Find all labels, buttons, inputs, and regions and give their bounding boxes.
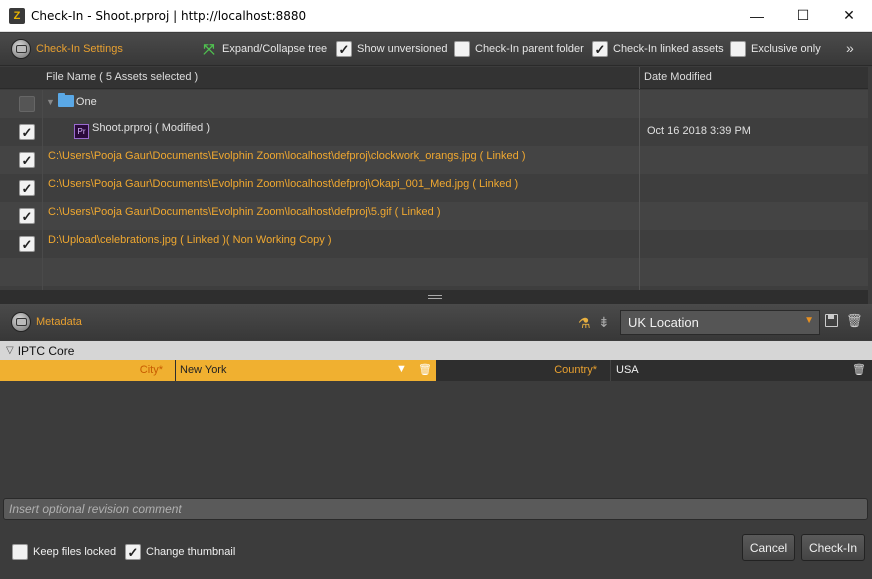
- city-dropdown-icon[interactable]: ▼: [396, 363, 407, 375]
- country-field-input[interactable]: USA: [610, 360, 872, 381]
- keep-files-locked-checkbox[interactable]: Keep files locked: [12, 544, 116, 560]
- table-row[interactable]: ✓ Pr Shoot.prproj ( Modified ) Oct 16 201…: [0, 118, 868, 146]
- checkin-settings-title: Check-In Settings: [36, 43, 123, 55]
- expand-arrows-icon: ⤧: [203, 40, 215, 57]
- row-checkbox[interactable]: [19, 96, 35, 112]
- title-bar: Z Check-In - Shoot.prproj | http://local…: [0, 0, 872, 32]
- folder-row-label: ▼ One: [46, 93, 97, 108]
- row-name: C:\Users\Pooja Gaur\Documents\Evolphin Z…: [48, 206, 441, 218]
- save-preset-icon[interactable]: [825, 314, 838, 327]
- asset-table-body: ▼ One ✓ Pr Shoot.prproj ( Modified ) Oct 1…: [0, 90, 868, 290]
- more-options-chevron-icon[interactable]: »: [846, 40, 854, 56]
- window-title: Check-In - Shoot.prproj | http://localho…: [31, 8, 307, 23]
- expand-collapse-label: Expand/Collapse tree: [222, 43, 328, 55]
- asset-table-header: File Name ( 5 Assets selected ) Date Mod…: [0, 67, 868, 89]
- country-clear-trash-icon[interactable]: 🗑: [852, 363, 866, 376]
- metadata-fields-area: [0, 381, 872, 493]
- metadata-preset-select[interactable]: UK Location ▼: [620, 310, 820, 335]
- change-thumbnail-label: Change thumbnail: [146, 546, 236, 558]
- row-checkbox[interactable]: ✓: [19, 152, 35, 168]
- row-name: Shoot.prproj ( Modified ): [92, 122, 210, 134]
- delete-preset-icon[interactable]: 🗑: [846, 313, 863, 329]
- row-checkbox[interactable]: ✓: [19, 124, 35, 140]
- maximize-button[interactable]: ☐: [780, 0, 826, 32]
- row-checkbox[interactable]: ✓: [19, 236, 35, 252]
- column-date-modified[interactable]: Date Modified: [644, 71, 712, 83]
- city-field-label: City*: [0, 360, 175, 381]
- collapse-fields-icon[interactable]: ⇟: [598, 314, 610, 331]
- expand-collapse-tree-button[interactable]: ⤧ Expand/Collapse tree: [201, 41, 327, 57]
- folder-icon: [57, 93, 74, 107]
- group-name: IPTC Core: [17, 343, 75, 358]
- table-row[interactable]: ✓ C:\Users\Pooja Gaur\Documents\Evolphin…: [0, 202, 868, 230]
- flask-icon[interactable]: ⚗: [578, 315, 592, 331]
- checkbox-unchecked-icon: [730, 41, 746, 57]
- table-row[interactable]: ✓ C:\Users\Pooja Gaur\Documents\Evolphin…: [0, 146, 868, 174]
- project-row-label: Pr Shoot.prproj ( Modified ): [74, 122, 210, 139]
- checkin-settings-bar: Check-In Settings ⤧ Expand/Collapse tree…: [0, 33, 872, 66]
- iptc-core-group-header[interactable]: ▽ IPTC Core: [0, 341, 872, 360]
- metadata-section-icon: [11, 312, 31, 332]
- exclusive-only-checkbox[interactable]: Exclusive only: [730, 41, 821, 57]
- column-file-name[interactable]: File Name ( 5 Assets selected ): [46, 71, 198, 83]
- preset-value: UK Location: [628, 315, 699, 330]
- change-thumbnail-checkbox[interactable]: ✓ Change thumbnail: [125, 544, 235, 560]
- table-row[interactable]: ✓ C:\Users\Pooja Gaur\Documents\Evolphin…: [0, 174, 868, 202]
- checkbox-checked-icon: ✓: [125, 544, 141, 560]
- row-checkbox[interactable]: ✓: [19, 180, 35, 196]
- minimize-button[interactable]: —: [734, 0, 780, 32]
- close-button[interactable]: ✕: [826, 0, 872, 32]
- splitter-grip-icon[interactable]: [428, 295, 442, 299]
- chevron-down-icon: ▼: [804, 315, 814, 326]
- table-row[interactable]: ✓ D:\Upload\celebrations.jpg ( Linked )(…: [0, 230, 868, 258]
- metadata-field-row: City* New York ▼ 🗑 Country* USA 🗑: [0, 360, 872, 381]
- checkin-parent-folder-label: Check-In parent folder: [475, 43, 584, 55]
- keep-files-locked-label: Keep files locked: [33, 546, 117, 558]
- table-row[interactable]: ▼ One: [0, 90, 868, 118]
- row-name: D:\Upload\celebrations.jpg ( Linked )( N…: [48, 234, 332, 246]
- checkin-linked-assets-checkbox[interactable]: ✓ Check-In linked assets: [592, 41, 724, 57]
- row-date: Oct 16 2018 3:39 PM: [647, 125, 751, 137]
- checkin-parent-folder-checkbox[interactable]: Check-In parent folder: [454, 41, 584, 57]
- checkbox-checked-icon: ✓: [592, 41, 608, 57]
- table-row-empty: [0, 258, 868, 286]
- settings-section-icon: [11, 39, 31, 59]
- revision-comment-input[interactable]: Insert optional revision comment: [3, 498, 868, 520]
- row-name: One: [75, 96, 97, 108]
- collapse-triangle-icon[interactable]: ▽: [6, 345, 14, 356]
- exclusive-only-label: Exclusive only: [751, 43, 821, 55]
- row-name: C:\Users\Pooja Gaur\Documents\Evolphin Z…: [48, 178, 519, 190]
- checkbox-unchecked-icon: [454, 41, 470, 57]
- cancel-button[interactable]: Cancel: [742, 534, 795, 561]
- date-column-divider: [639, 90, 640, 290]
- country-field-label: Country*: [554, 364, 597, 376]
- tree-collapse-caret-icon[interactable]: ▼: [46, 97, 55, 107]
- app-logo-icon: Z: [9, 7, 25, 24]
- row-name: C:\Users\Pooja Gaur\Documents\Evolphin Z…: [48, 150, 526, 162]
- checkin-linked-assets-label: Check-In linked assets: [613, 43, 724, 55]
- metadata-title: Metadata: [36, 316, 82, 328]
- show-unversioned-checkbox[interactable]: ✓ Show unversioned: [336, 41, 448, 57]
- row-checkbox[interactable]: ✓: [19, 208, 35, 224]
- premiere-file-icon: Pr: [74, 124, 89, 139]
- show-unversioned-label: Show unversioned: [357, 43, 448, 55]
- metadata-bar: Metadata ⚗ ⇟ UK Location ▼ 🗑: [0, 304, 872, 340]
- checkin-button[interactable]: Check-In: [801, 534, 865, 561]
- column-divider[interactable]: [639, 67, 640, 89]
- checkbox-unchecked-icon: [12, 544, 28, 560]
- checkbox-checked-icon: ✓: [336, 41, 352, 57]
- city-clear-trash-icon[interactable]: 🗑: [418, 363, 432, 376]
- pane-splitter[interactable]: [0, 290, 868, 304]
- checkbox-column-divider: [42, 90, 43, 290]
